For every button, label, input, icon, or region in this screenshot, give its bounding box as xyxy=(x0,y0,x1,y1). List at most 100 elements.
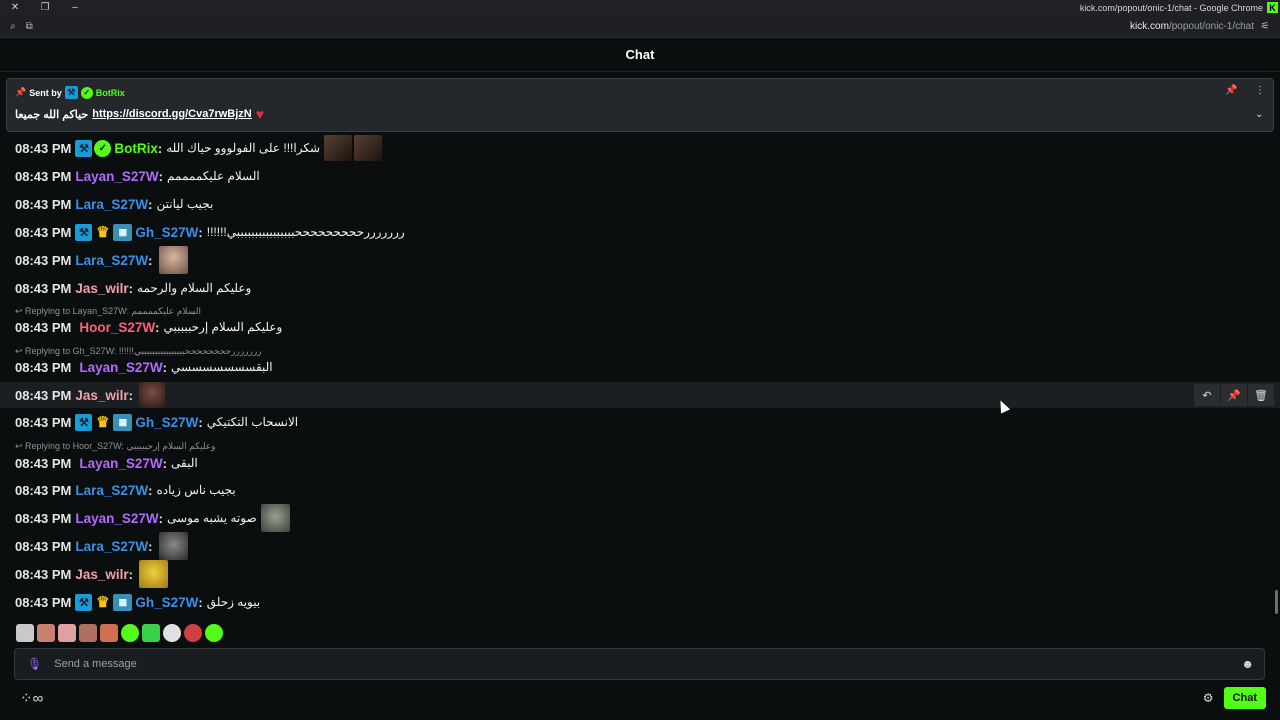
chat-message: 08:43 PM ⚒ ✓ BotRix: شكرا!!! على الفولووو… xyxy=(0,135,1280,161)
quick-emote[interactable] xyxy=(16,624,34,642)
pin-icon: 📌 xyxy=(15,87,27,97)
sent-by-label: Sent by xyxy=(29,87,62,98)
discord-link[interactable]: https://discord.gg/Cva7rwBjzN xyxy=(92,108,252,120)
delete-icon[interactable]: 🗑 xyxy=(1247,384,1274,406)
message-time: 08:43 PM xyxy=(15,510,72,526)
message-time: 08:43 PM xyxy=(15,594,72,610)
username[interactable]: Lara_S27W xyxy=(75,253,148,268)
more-options-icon[interactable]: ⋮ xyxy=(1255,85,1265,96)
chat-message: 08:43 PM Layan_S27W: البقسسسسسسسي xyxy=(15,359,273,375)
message-text: صوته يشبه موسى xyxy=(167,511,257,525)
message-text: !!!!!!رررررررحححححححححببببببببببببببببي xyxy=(206,225,405,239)
username[interactable]: Lara_S27W xyxy=(75,483,148,498)
quick-emote[interactable] xyxy=(100,624,118,642)
message-time: 08:43 PM xyxy=(15,387,72,403)
emote-image xyxy=(158,532,188,560)
username[interactable]: Layan_S27W xyxy=(75,169,158,184)
page-title: Chat xyxy=(625,47,655,62)
moderator-badge-icon: ⚒ xyxy=(75,593,93,611)
gear-icon[interactable]: ⚙ xyxy=(1203,691,1214,705)
message-time: 08:43 PM xyxy=(15,566,72,582)
quick-emote-bar xyxy=(16,624,223,642)
reply-icon[interactable]: ↶ xyxy=(1193,384,1220,406)
username[interactable]: Lara_S27W xyxy=(75,197,148,212)
message-text: الانسحاب التكتيكي xyxy=(206,415,299,429)
message-text: بجيب ناس زياده xyxy=(156,483,236,497)
crown-badge-icon: ♛ xyxy=(96,414,110,431)
chat-message: 08:43 PM Lara_S27W: xyxy=(0,532,1280,560)
pinned-sender-name[interactable]: BotRix xyxy=(96,88,125,98)
emote-image xyxy=(139,382,166,408)
message-time: 08:43 PM xyxy=(15,359,72,375)
site-settings-icon[interactable]: ⚟ xyxy=(1254,21,1276,32)
quick-emote[interactable] xyxy=(205,624,223,642)
crown-badge-icon: ♛ xyxy=(96,224,110,241)
reply-icon: ↩ xyxy=(15,306,26,316)
crown-badge-icon: ♛ xyxy=(96,594,110,611)
kick-points-icon[interactable]: ⁘∞ xyxy=(20,689,43,707)
verified-badge-icon: ✓ xyxy=(80,86,93,99)
username[interactable]: Layan_S27W xyxy=(79,360,162,375)
subscriber-badge-icon: ▦ xyxy=(113,593,133,611)
quick-emote[interactable] xyxy=(184,624,202,642)
moderator-badge-icon: ⚒ xyxy=(75,223,93,241)
pin-icon[interactable]: 📌 xyxy=(1220,384,1247,406)
username[interactable]: Lara_S27W xyxy=(75,539,148,554)
minimize-window-icon[interactable]: – xyxy=(60,0,90,15)
microphone-icon[interactable]: 🎙 xyxy=(27,657,42,671)
heart-emote-icon: ♥ xyxy=(255,106,265,122)
quick-emote[interactable] xyxy=(58,624,76,642)
message-time: 08:43 PM xyxy=(15,538,72,554)
message-input-placeholder: Send a message xyxy=(54,658,137,670)
emote-image xyxy=(260,504,290,532)
translate-icon[interactable]: ⧉ xyxy=(26,21,33,32)
quick-emote[interactable] xyxy=(79,624,97,642)
reply-context[interactable]: ↩ Replying to Hoor_S27W: وعليكم السلام إ… xyxy=(15,441,216,452)
username[interactable]: Gh_S27W xyxy=(135,415,198,430)
pinned-prefix: حياكم الله جميعا xyxy=(15,108,89,121)
moderator-badge-icon: ⚒ xyxy=(75,139,93,157)
chat-message: 08:43 PM Hoor_S27W: وعليكم السلام إرحببب… xyxy=(15,319,283,335)
quick-emote[interactable] xyxy=(142,624,160,642)
message-time: 08:43 PM xyxy=(15,414,72,430)
username[interactable]: Jas_wilr xyxy=(75,567,128,582)
username[interactable]: Layan_S27W xyxy=(79,456,162,471)
username[interactable]: Gh_S27W xyxy=(135,225,198,240)
search-icon[interactable]: ⌕ xyxy=(10,21,16,32)
quick-emote[interactable] xyxy=(121,624,139,642)
chat-message: 08:43 PM ⚒ ♛ ▦ Gh_S27W: بيويه زحلق xyxy=(15,593,261,611)
message-time: 08:43 PM xyxy=(15,482,72,498)
message-time: 08:43 PM xyxy=(15,196,72,212)
message-text: وعليكم السلام والرحمه xyxy=(137,281,252,295)
chat-message: 08:43 PM Layan_S27W: السلام عليكممممم xyxy=(15,168,260,184)
username[interactable]: Hoor_S27W xyxy=(79,320,155,335)
chat-footer: ⁘∞ ⚙ Chat xyxy=(0,686,1280,710)
username[interactable]: Gh_S27W xyxy=(135,595,198,610)
quick-emote[interactable] xyxy=(37,624,55,642)
window-titlebar: ✕ ❐ – kick.com/popout/onic-1/chat - Goog… xyxy=(0,0,1280,15)
kick-logo-icon: K xyxy=(1267,2,1278,13)
subscriber-badge-icon: ▦ xyxy=(113,223,133,241)
chat-message: 08:43 PM Lara_S27W: بجيب ليانتن xyxy=(15,196,214,212)
username[interactable]: Jas_wilr xyxy=(75,281,128,296)
emoji-picker-icon[interactable]: ☻ xyxy=(1241,657,1254,671)
restore-window-icon[interactable]: ❐ xyxy=(30,0,60,15)
message-time: 08:43 PM xyxy=(15,319,72,335)
unpin-icon[interactable]: 📌 xyxy=(1225,85,1237,96)
message-input[interactable]: 🎙 Send a message ☻ xyxy=(14,648,1265,680)
quick-emote[interactable] xyxy=(163,624,181,642)
chevron-down-icon[interactable]: ⌄ xyxy=(1255,109,1263,120)
send-chat-button[interactable]: Chat xyxy=(1223,687,1266,709)
username[interactable]: BotRix xyxy=(114,141,158,156)
subscriber-badge-icon: ▦ xyxy=(113,413,133,431)
close-window-icon[interactable]: ✕ xyxy=(0,0,30,15)
chat-scrollbar[interactable] xyxy=(1275,590,1278,614)
reply-icon: ↩ xyxy=(15,346,26,356)
username[interactable]: Layan_S27W xyxy=(75,511,158,526)
url-text[interactable]: kick.com/popout/onic-1/chat xyxy=(1130,21,1254,32)
message-text: بجيب ليانتن xyxy=(156,197,214,211)
url-path: /popout/onic-1/chat xyxy=(1168,20,1254,32)
moderator-badge-icon: ⚒ xyxy=(64,86,78,99)
message-time: 08:43 PM xyxy=(15,168,72,184)
username[interactable]: Jas_wilr xyxy=(75,388,128,403)
